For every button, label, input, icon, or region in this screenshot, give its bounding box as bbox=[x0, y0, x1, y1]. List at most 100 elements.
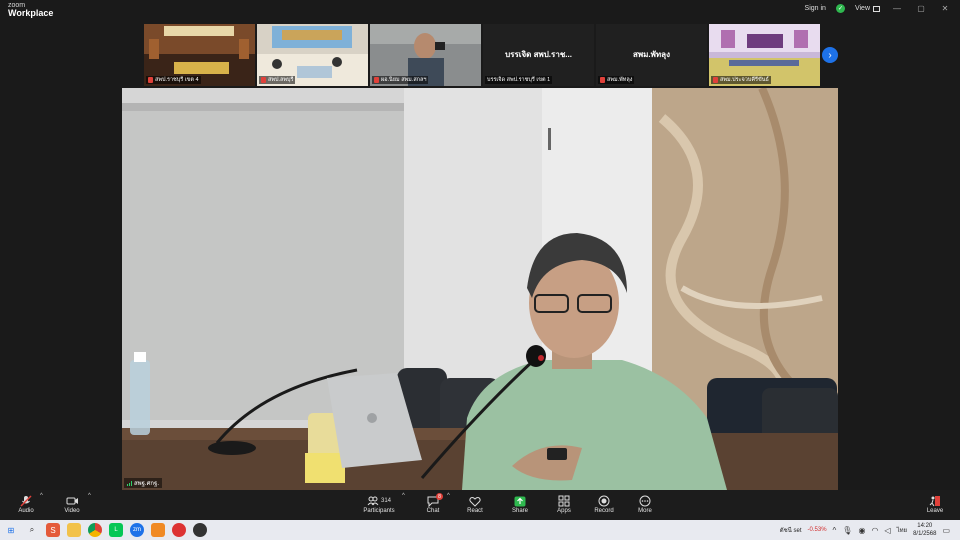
share-screen-icon bbox=[500, 494, 540, 508]
zoom-window: zoom Workplace Sign in ✓ View — ▢ ✕ สพป.… bbox=[0, 0, 960, 540]
clock-time: 14:20 bbox=[917, 523, 933, 529]
os-taskbar: ⊞ ⌕ S L zm ดัชนี set -0.53% ^ 🎙 ◉ ◠ ◁ ไท… bbox=[0, 520, 960, 540]
wifi-icon[interactable]: ◠ bbox=[871, 526, 878, 535]
share-button[interactable]: Share bbox=[500, 494, 540, 514]
video-label: Video bbox=[64, 508, 80, 514]
chat-label: Chat bbox=[426, 508, 440, 514]
video-camera-icon bbox=[52, 494, 92, 508]
more-label: More bbox=[638, 508, 652, 514]
leave-icon bbox=[915, 494, 955, 508]
participants-options-caret-icon[interactable]: ^ bbox=[402, 493, 405, 499]
apps-grid-icon bbox=[544, 494, 584, 508]
system-clock[interactable]: 14:20 8/1/2568 bbox=[913, 522, 936, 538]
app-s-icon[interactable]: S bbox=[46, 523, 60, 537]
line-icon[interactable]: L bbox=[109, 523, 123, 537]
tile-caption: สพม.ประจวบคีรีขันธ์ bbox=[711, 76, 771, 84]
input-language[interactable]: ไทย bbox=[897, 525, 908, 535]
tile-caption: ผอ.นิยม สพม.สกลฯ bbox=[372, 76, 429, 84]
zoom-app-icon[interactable]: zm bbox=[130, 523, 144, 537]
heart-icon bbox=[455, 494, 495, 508]
speaker-name-label: สพฐ.ศกฐ. bbox=[124, 478, 163, 488]
stock-index-change: -0.53% bbox=[807, 527, 827, 533]
app-dark-icon[interactable] bbox=[193, 523, 207, 537]
layout-icon bbox=[873, 5, 880, 12]
file-explorer-icon[interactable] bbox=[67, 523, 81, 537]
participant-name: บรรเจิด สพป.ราชบุรี เขต 1 bbox=[487, 77, 551, 83]
view-label: View bbox=[854, 5, 870, 12]
minimize-button[interactable]: — bbox=[890, 4, 904, 13]
mic-muted-icon bbox=[148, 77, 153, 83]
leave-label: Leave bbox=[926, 508, 944, 514]
encryption-shield-icon[interactable]: ✓ bbox=[835, 4, 845, 13]
tray-overflow-icon[interactable]: ^ bbox=[833, 526, 837, 535]
participant-name: สพป.ราชบุรี เขต 4 bbox=[155, 77, 199, 83]
record-icon bbox=[584, 494, 624, 508]
participant-display-name: บรรเจิด สพป.ราช... bbox=[505, 50, 572, 59]
microphone-tray-icon[interactable]: 🎙 bbox=[842, 526, 852, 535]
mic-muted-icon bbox=[713, 77, 718, 83]
close-button[interactable]: ✕ bbox=[938, 4, 952, 13]
brand-name: Workplace bbox=[8, 8, 54, 18]
app-red-icon[interactable] bbox=[172, 523, 186, 537]
participant-tile[interactable]: สพป.ลพบุรี bbox=[257, 24, 368, 86]
speaker-video-frame bbox=[122, 88, 838, 490]
volume-icon[interactable]: ◁ bbox=[884, 526, 890, 535]
stock-index-name[interactable]: ดัชนี set bbox=[780, 525, 802, 535]
participant-tile[interactable]: ผอ.นิยม สพม.สกลฯ bbox=[370, 24, 481, 86]
zoom-tray-icon[interactable]: ◉ bbox=[858, 526, 865, 535]
participants-label: Participants bbox=[363, 508, 395, 514]
signal-strength-icon bbox=[127, 480, 132, 486]
mic-muted-icon bbox=[374, 77, 379, 83]
record-label: Record bbox=[594, 508, 614, 514]
speaker-name: สพฐ.ศกฐ. bbox=[134, 481, 160, 487]
next-page-button[interactable]: › bbox=[822, 47, 838, 63]
active-speaker-video[interactable]: สพฐ.ศกฐ. bbox=[122, 88, 838, 490]
record-button[interactable]: Record bbox=[584, 494, 624, 514]
participants-button[interactable]: 314 Participants bbox=[356, 494, 402, 514]
maximize-button[interactable]: ▢ bbox=[914, 4, 928, 13]
app-logo: zoom Workplace bbox=[8, 2, 53, 18]
participant-display-name: สพม.พัทลุง bbox=[632, 50, 670, 59]
tile-caption: สพป.ลพบุรี bbox=[259, 76, 296, 84]
chat-unread-badge: 8 bbox=[436, 493, 443, 500]
participants-count: 314 bbox=[380, 498, 391, 504]
windows-start-icon[interactable]: ⊞ bbox=[4, 523, 18, 537]
mic-muted-icon bbox=[261, 77, 266, 83]
video-button[interactable]: Video bbox=[52, 494, 92, 514]
tile-caption: สพป.ราชบุรี เขต 4 bbox=[146, 76, 201, 84]
search-icon[interactable]: ⌕ bbox=[25, 523, 39, 537]
notifications-icon[interactable]: ▭ bbox=[942, 526, 950, 535]
participant-strip: สพป.ราชบุรี เขต 4 สพป.ลพบุรี ผอ.นิยม สพม… bbox=[144, 24, 820, 86]
audio-options-caret-icon[interactable]: ^ bbox=[40, 493, 43, 499]
title-bar: zoom Workplace Sign in ✓ View — ▢ ✕ bbox=[0, 0, 960, 22]
participant-name: สพม.พัทลุง bbox=[607, 77, 633, 83]
participant-tile[interactable]: สพม.ประจวบคีรีขันธ์ bbox=[709, 24, 820, 86]
apps-button[interactable]: Apps bbox=[544, 494, 584, 514]
react-button[interactable]: React bbox=[455, 494, 495, 514]
tile-caption: บรรเจิด สพป.ราชบุรี เขต 1 bbox=[485, 76, 553, 84]
participants-icon bbox=[367, 496, 379, 506]
clock-date: 8/1/2568 bbox=[913, 531, 937, 537]
react-label: React bbox=[467, 508, 483, 514]
view-button[interactable]: View bbox=[855, 5, 880, 12]
chrome-icon[interactable] bbox=[88, 523, 102, 537]
more-button[interactable]: More bbox=[625, 494, 665, 514]
participant-tile[interactable]: สพป.ราชบุรี เขต 4 bbox=[144, 24, 255, 86]
meeting-toolbar: Audio ^ Video ^ 314 Participants ^ 8 Cha… bbox=[0, 490, 960, 520]
more-dots-icon bbox=[625, 494, 665, 508]
leave-button[interactable]: Leave bbox=[915, 494, 955, 514]
participants-icon-group: 314 bbox=[356, 494, 402, 508]
participant-name: สพป.ลพบุรี bbox=[268, 77, 294, 83]
tile-caption: สพม.พัทลุง bbox=[598, 76, 635, 84]
mic-muted-icon bbox=[600, 77, 605, 83]
participant-name: ผอ.นิยม สพม.สกลฯ bbox=[381, 77, 427, 83]
video-options-caret-icon[interactable]: ^ bbox=[88, 493, 91, 499]
apps-label: Apps bbox=[557, 508, 571, 514]
sign-in-link[interactable]: Sign in bbox=[805, 5, 826, 12]
share-label: Share bbox=[511, 508, 528, 514]
chat-options-caret-icon[interactable]: ^ bbox=[447, 493, 450, 499]
participant-tile[interactable]: บรรเจิด สพป.ราช... บรรเจิด สพป.ราชบุรี เ… bbox=[483, 24, 594, 86]
participant-tile[interactable]: สพม.พัทลุง สพม.พัทลุง bbox=[596, 24, 707, 86]
audio-label: Audio bbox=[18, 508, 34, 514]
app-orange-icon[interactable] bbox=[151, 523, 165, 537]
